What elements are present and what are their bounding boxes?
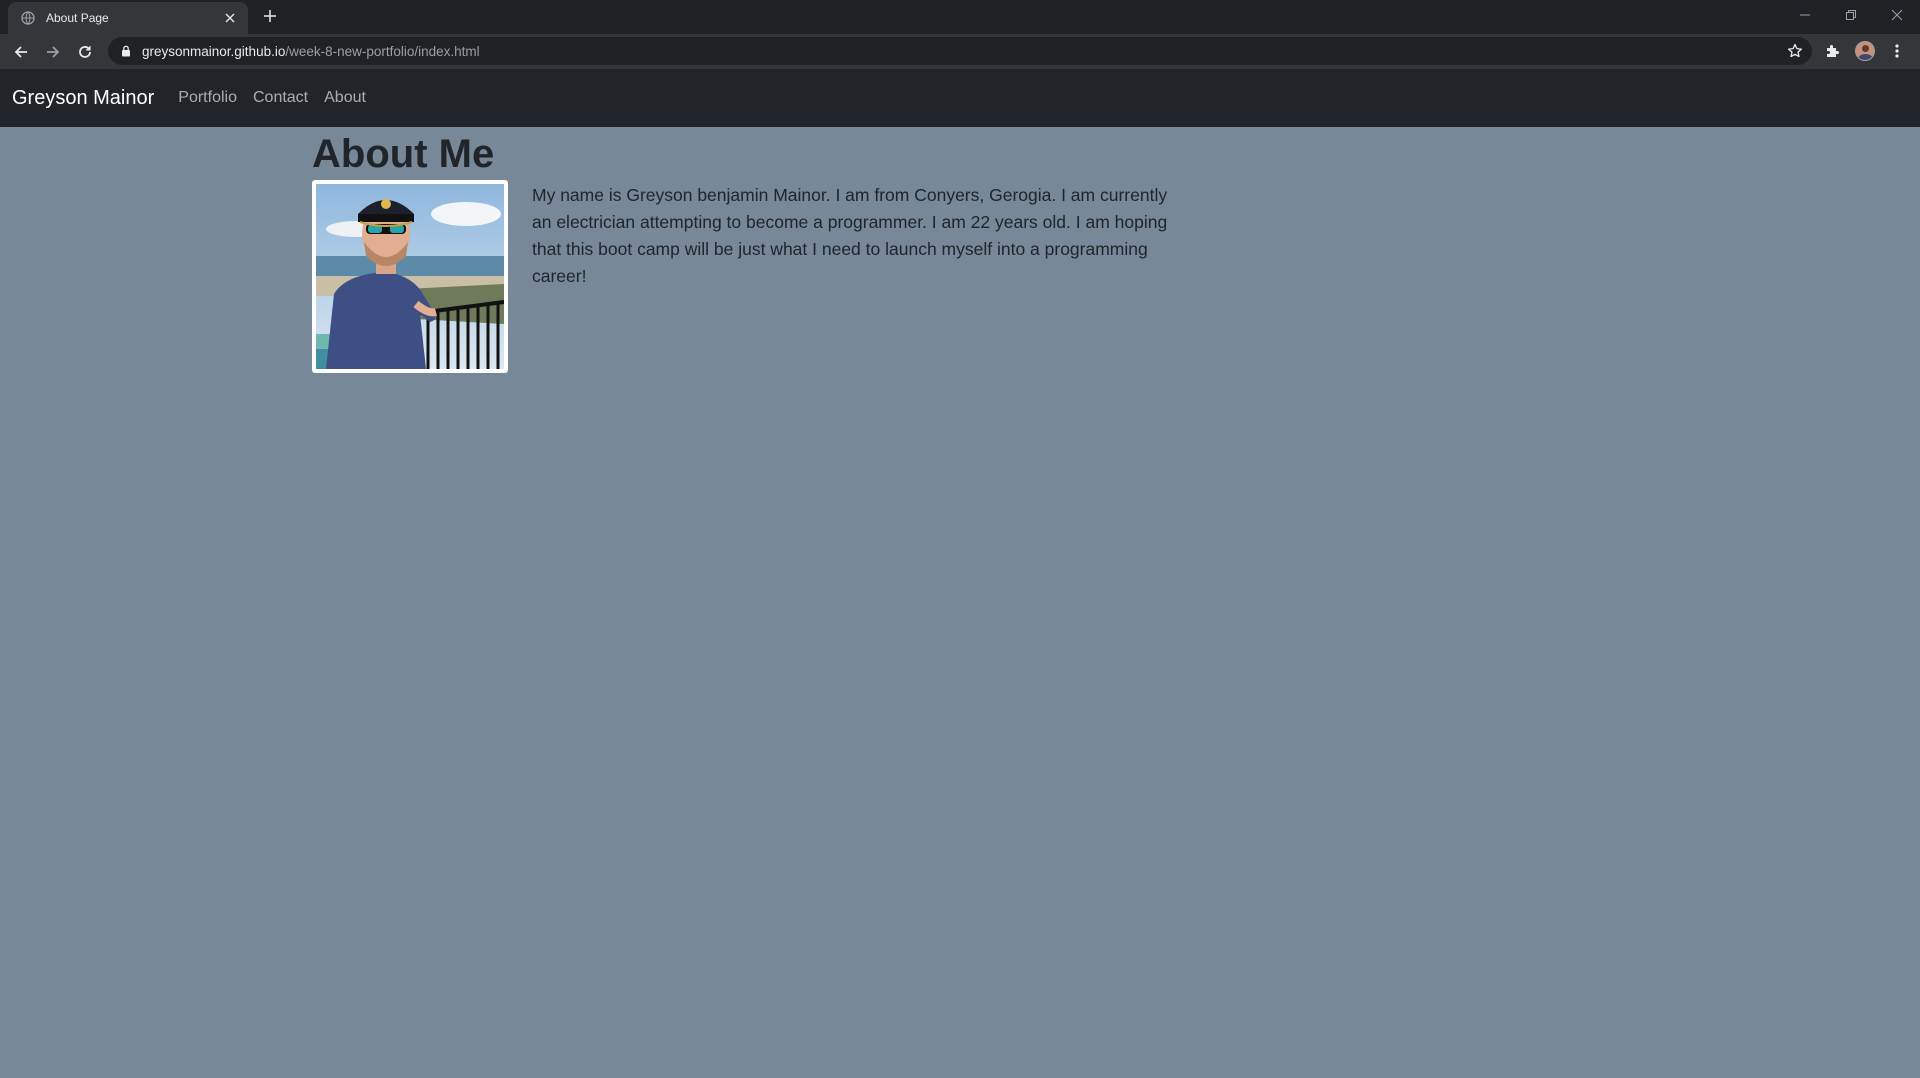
plus-icon[interactable]: [260, 6, 280, 26]
nav-link-portfolio[interactable]: Portfolio: [178, 89, 237, 107]
puzzle-icon[interactable]: [1821, 39, 1845, 63]
globe-icon: [20, 10, 36, 26]
profile-photo-frame: [312, 180, 508, 373]
url-path: /week-8-new-portfolio/index.html: [285, 43, 480, 59]
browser-chrome: About Page greysonmainor.github.io/week-…: [0, 0, 1920, 69]
profile-photo: [316, 184, 504, 369]
close-icon[interactable]: [222, 10, 238, 26]
bio-text: My name is Greyson benjamin Mainor. I am…: [532, 185, 1168, 286]
about-section: My name is Greyson benjamin Mainor. I am…: [312, 180, 1172, 373]
back-icon[interactable]: [9, 40, 33, 64]
site-navbar: Greyson Mainor Portfolio Contact About: [0, 69, 1920, 127]
brand-link[interactable]: Greyson Mainor: [12, 87, 154, 110]
tab-strip: About Page: [0, 0, 1920, 34]
browser-toolbar: greysonmainor.github.io/week-8-new-portf…: [0, 34, 1920, 69]
url-text: greysonmainor.github.io/week-8-new-portf…: [142, 44, 480, 59]
page-title: About Me: [312, 132, 495, 176]
close-window-icon[interactable]: [1882, 4, 1912, 26]
lock-icon[interactable]: [119, 44, 133, 58]
restore-icon[interactable]: [1836, 4, 1866, 26]
star-icon[interactable]: [1786, 42, 1804, 60]
address-bar[interactable]: greysonmainor.github.io/week-8-new-portf…: [108, 37, 1812, 65]
forward-icon[interactable]: [41, 40, 65, 64]
profile-avatar[interactable]: [1853, 39, 1877, 63]
reload-icon[interactable]: [73, 40, 97, 64]
url-host: greysonmainor.github.io: [142, 43, 286, 59]
nav-link-contact[interactable]: Contact: [253, 89, 308, 107]
tab-title: About Page: [46, 11, 109, 25]
kebab-menu-icon[interactable]: [1885, 39, 1909, 63]
main-content: About Me My name is Greyson benjamin Mai…: [312, 127, 1172, 373]
nav-link-about[interactable]: About: [324, 89, 366, 107]
minimize-icon[interactable]: [1790, 4, 1820, 26]
browser-tab[interactable]: About Page: [8, 2, 248, 34]
avatar: [1855, 41, 1875, 61]
